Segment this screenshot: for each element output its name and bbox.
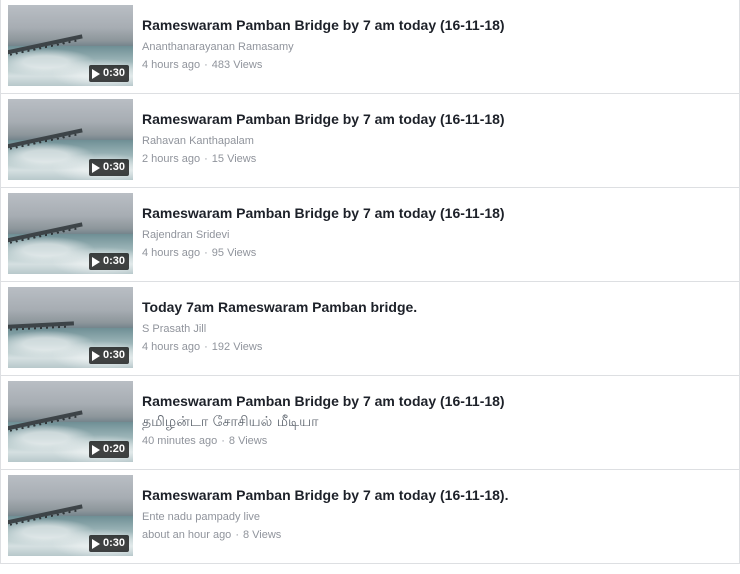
- play-icon: [91, 162, 100, 173]
- duration-badge: 0:30: [88, 347, 129, 364]
- upload-time: 4 hours ago: [142, 59, 201, 71]
- upload-time: about an hour ago: [142, 529, 232, 541]
- channel-name[interactable]: S Prasath Jill: [142, 323, 206, 335]
- play-icon: [91, 68, 100, 79]
- separator: ·: [235, 529, 239, 541]
- duration-text: 0:30: [102, 349, 125, 361]
- view-count: 8 Views: [242, 529, 282, 541]
- video-meta: 40 minutes ago · 8 Views: [142, 435, 267, 447]
- video-list-item[interactable]: 0:30 Rameswaram Pamban Bridge by 7 am to…: [0, 188, 740, 282]
- duration-text: 0:30: [102, 67, 125, 79]
- upload-time: 2 hours ago: [142, 153, 201, 165]
- video-list-item[interactable]: 0:30 Rameswaram Pamban Bridge by 7 am to…: [0, 0, 740, 94]
- video-list-item[interactable]: 0:30 Rameswaram Pamban Bridge by 7 am to…: [0, 470, 740, 564]
- duration-text: 0:20: [102, 443, 125, 455]
- upload-time: 4 hours ago: [142, 247, 201, 259]
- video-list: 0:30 Rameswaram Pamban Bridge by 7 am to…: [0, 0, 740, 564]
- separator: ·: [204, 59, 208, 71]
- separator: ·: [221, 435, 225, 447]
- video-title[interactable]: Rameswaram Pamban Bridge by 7 am today (…: [142, 205, 505, 221]
- video-meta: about an hour ago · 8 Views: [142, 529, 281, 541]
- video-thumbnail[interactable]: 0:30: [8, 287, 133, 368]
- play-icon: [91, 350, 100, 361]
- duration-badge: 0:20: [88, 441, 129, 458]
- video-meta: 4 hours ago · 192 Views: [142, 341, 262, 353]
- duration-badge: 0:30: [88, 253, 129, 270]
- duration-text: 0:30: [102, 255, 125, 267]
- video-thumbnail[interactable]: 0:30: [8, 475, 133, 556]
- channel-name[interactable]: Ananthanarayanan Ramasamy: [142, 41, 294, 53]
- view-count: 8 Views: [228, 435, 268, 447]
- upload-time: 4 hours ago: [142, 341, 201, 353]
- duration-badge: 0:30: [88, 535, 129, 552]
- play-icon: [91, 256, 100, 267]
- channel-name[interactable]: Ente nadu pampady live: [142, 511, 260, 523]
- view-count: 483 Views: [211, 59, 263, 71]
- channel-name[interactable]: தமிழன்டா சோசியல் மீடியா: [142, 414, 318, 432]
- duration-text: 0:30: [102, 161, 125, 173]
- view-count: 95 Views: [211, 247, 257, 259]
- video-title[interactable]: Rameswaram Pamban Bridge by 7 am today (…: [142, 17, 505, 33]
- channel-name[interactable]: Rajendran Sridevi: [142, 229, 229, 241]
- video-thumbnail[interactable]: 0:30: [8, 5, 133, 86]
- view-count: 15 Views: [211, 153, 257, 165]
- video-title[interactable]: Rameswaram Pamban Bridge by 7 am today (…: [142, 393, 505, 409]
- video-title[interactable]: Rameswaram Pamban Bridge by 7 am today (…: [142, 111, 505, 127]
- video-meta: 4 hours ago · 483 Views: [142, 59, 262, 71]
- video-thumbnail[interactable]: 0:30: [8, 193, 133, 274]
- duration-badge: 0:30: [88, 65, 129, 82]
- duration-badge: 0:30: [88, 159, 129, 176]
- video-thumbnail[interactable]: 0:20: [8, 381, 133, 462]
- video-thumbnail[interactable]: 0:30: [8, 99, 133, 180]
- video-meta: 4 hours ago · 95 Views: [142, 247, 256, 259]
- video-list-item[interactable]: 0:20 Rameswaram Pamban Bridge by 7 am to…: [0, 376, 740, 470]
- separator: ·: [204, 153, 208, 165]
- play-icon: [91, 444, 100, 455]
- view-count: 192 Views: [211, 341, 263, 353]
- play-icon: [91, 538, 100, 549]
- separator: ·: [204, 341, 208, 353]
- duration-text: 0:30: [102, 537, 125, 549]
- video-list-item[interactable]: 0:30 Rameswaram Pamban Bridge by 7 am to…: [0, 94, 740, 188]
- video-title[interactable]: Rameswaram Pamban Bridge by 7 am today (…: [142, 487, 508, 503]
- video-meta: 2 hours ago · 15 Views: [142, 153, 256, 165]
- separator: ·: [204, 247, 208, 259]
- upload-time: 40 minutes ago: [142, 435, 218, 447]
- video-title[interactable]: Today 7am Rameswaram Pamban bridge.: [142, 299, 417, 315]
- channel-name[interactable]: Rahavan Kanthapalam: [142, 135, 254, 147]
- video-list-item[interactable]: 0:30 Today 7am Rameswaram Pamban bridge.…: [0, 282, 740, 376]
